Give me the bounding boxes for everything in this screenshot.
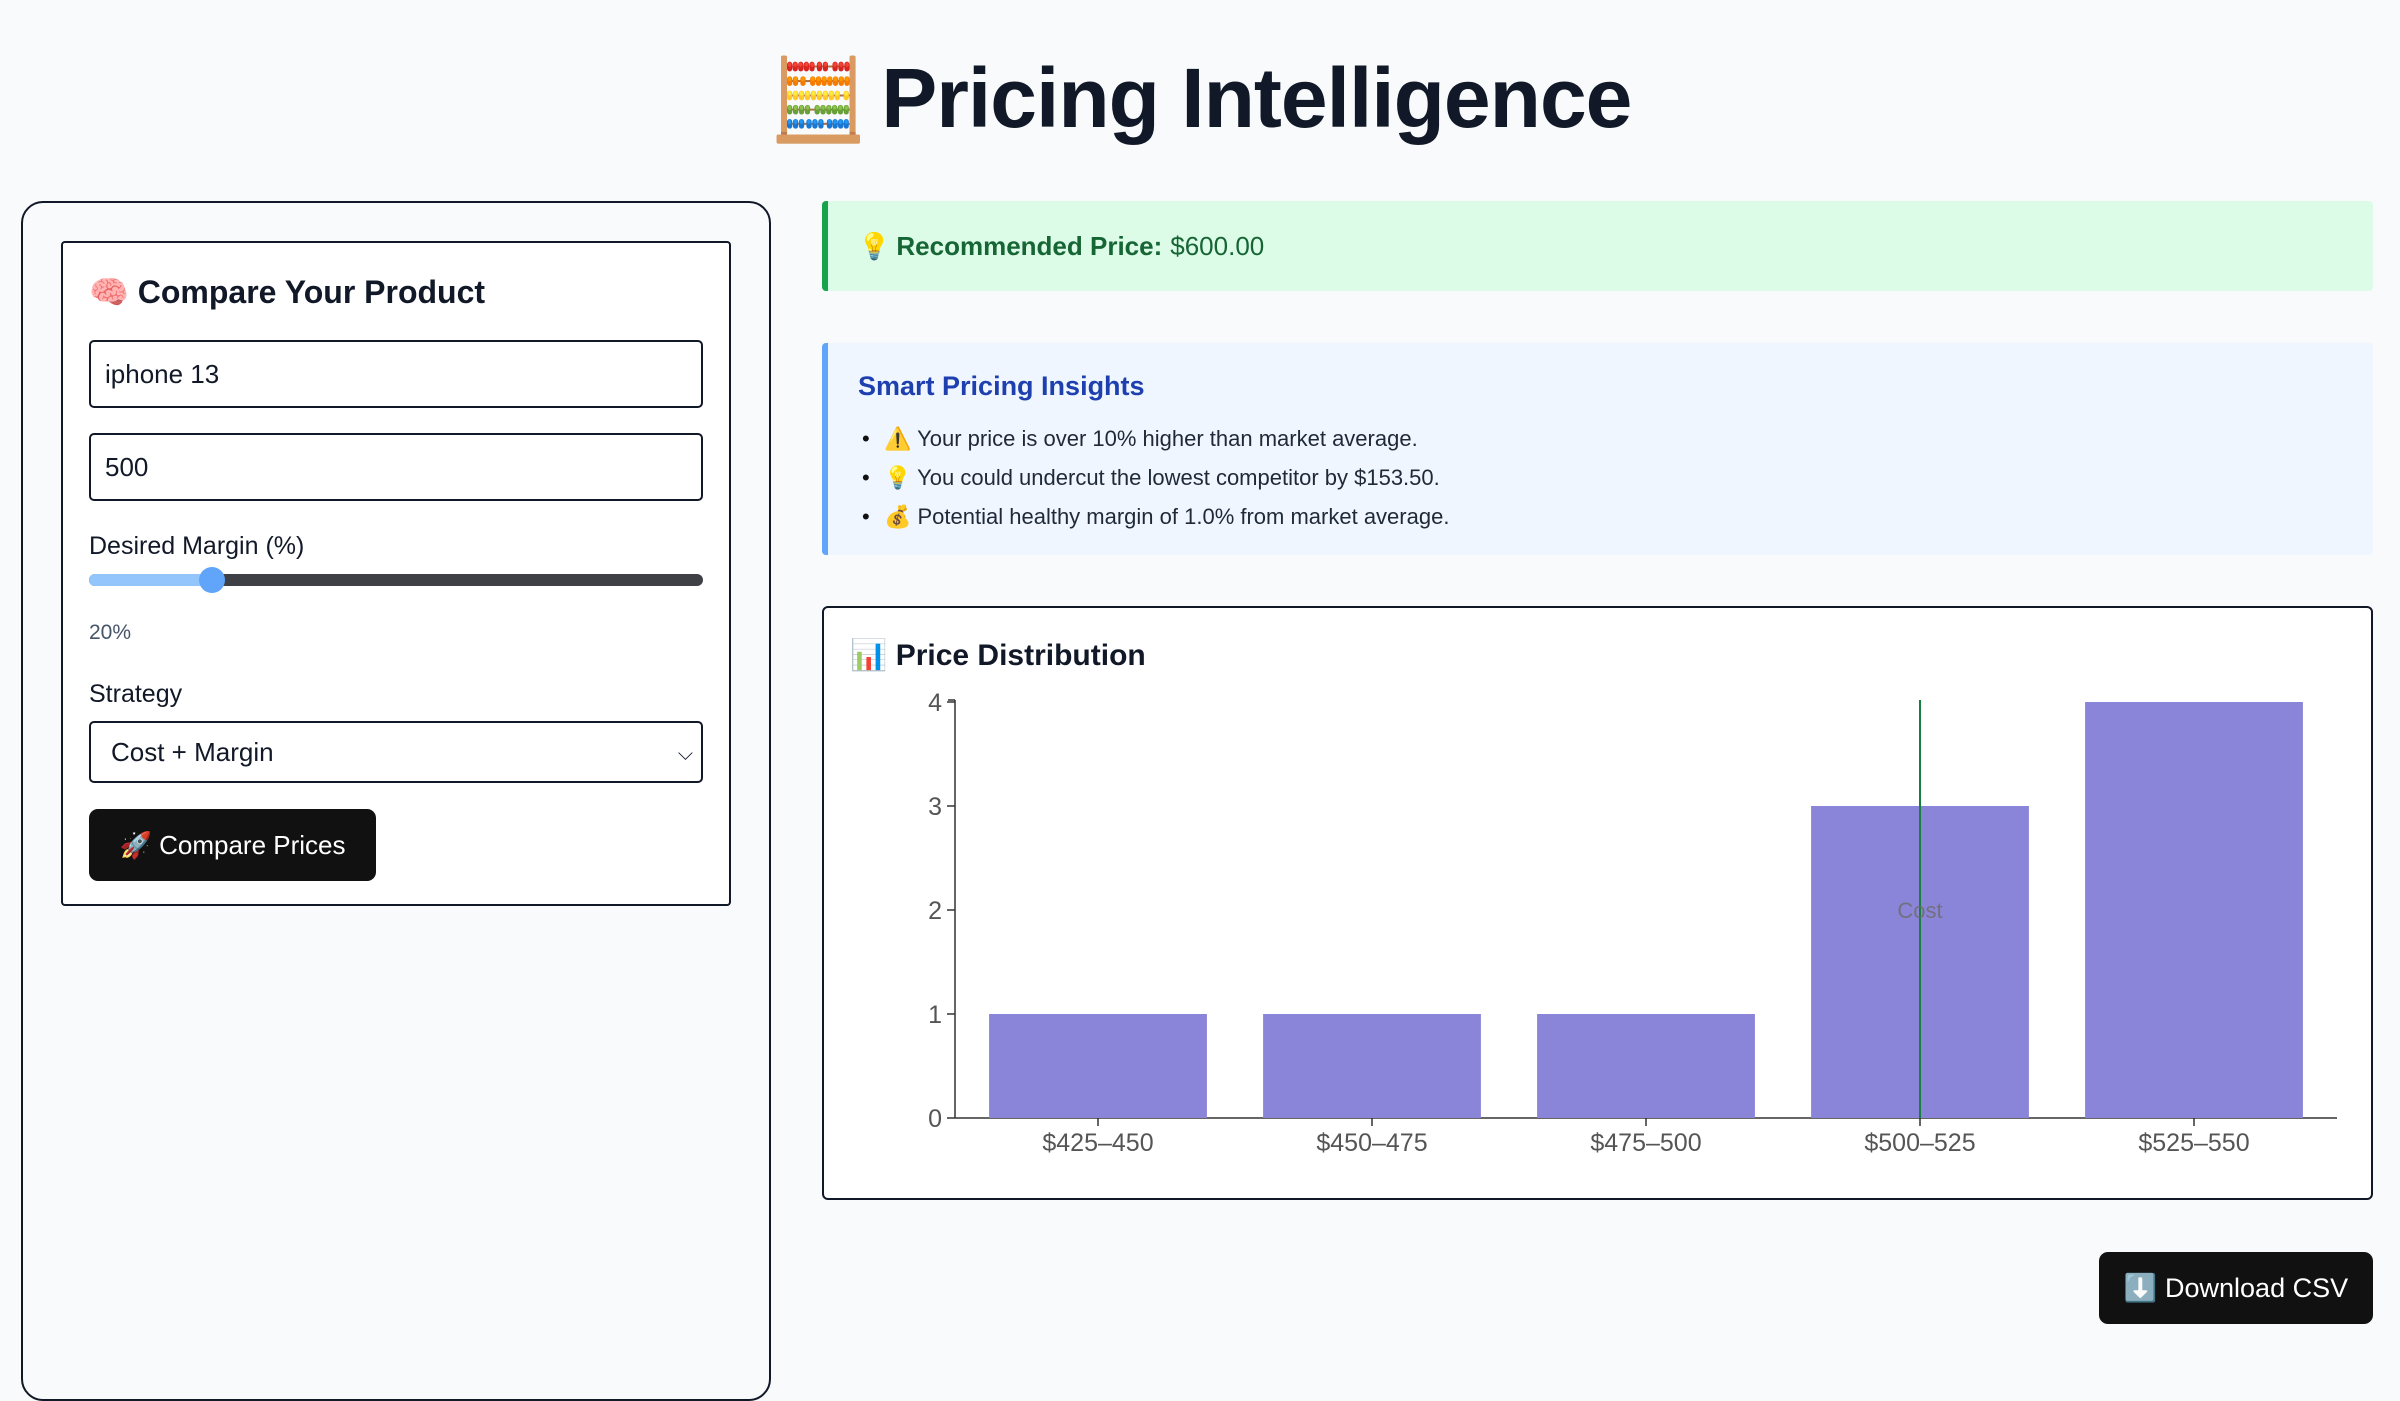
insight-item: 💰 Potential healthy margin of 1.0% from … xyxy=(862,497,1449,536)
insights-title: Smart Pricing Insights xyxy=(858,371,1145,401)
page-title-text: Pricing Intelligence xyxy=(881,51,1632,145)
form-title: 🧠 Compare Your Product xyxy=(89,274,486,310)
x-tick-label: $500–525 xyxy=(1864,1129,1975,1157)
bar xyxy=(989,1014,1207,1118)
recommended-price-label: Recommended Price: xyxy=(896,230,1163,261)
x-tick-label: $475–500 xyxy=(1590,1129,1701,1157)
bar xyxy=(2085,702,2303,1118)
download-csv-button[interactable]: ⬇️ Download CSV xyxy=(2099,1252,2373,1324)
chevron-down-icon: ⌵ xyxy=(677,743,693,765)
y-tick-label: 3 xyxy=(928,793,942,821)
y-tick-label: 2 xyxy=(928,897,942,925)
y-tick-label: 0 xyxy=(928,1105,942,1133)
margin-slider-fill xyxy=(89,574,212,586)
recommended-price-banner: 💡 Recommended Price: $600.00 xyxy=(822,201,2373,291)
price-distribution-chart: 0 1 2 3 4 $425–450 $450–475 $475–500 $500–525 $52… xyxy=(928,689,2337,1157)
margin-slider-thumb[interactable] xyxy=(198,567,225,593)
y-tick-label: 4 xyxy=(928,689,942,717)
reference-line-label: Cost xyxy=(1897,898,1942,923)
x-tick-label: $450–475 xyxy=(1316,1129,1427,1157)
x-tick-label: $425–450 xyxy=(1042,1129,1153,1157)
abacus-icon: 🧮 xyxy=(768,55,869,144)
margin-label: Desired Margin (%) xyxy=(89,532,305,560)
insights-panel: Smart Pricing Insights ⚠️ Your price is … xyxy=(822,343,2373,555)
insight-item: 💡 You could undercut the lowest competit… xyxy=(862,458,1449,497)
strategy-selected-value: Cost + Margin xyxy=(111,736,274,767)
page-title: 🧮 Pricing Intelligence xyxy=(0,50,2400,147)
strategy-select[interactable]: Cost + Margin ⌵ xyxy=(89,721,703,783)
product-name-input[interactable] xyxy=(89,340,703,408)
strategy-label: Strategy xyxy=(89,680,183,708)
margin-slider[interactable] xyxy=(89,567,703,593)
x-tick-label: $525–550 xyxy=(2138,1129,2249,1157)
lightbulb-icon: 💡 xyxy=(858,230,891,261)
y-tick-label: 1 xyxy=(928,1001,942,1029)
insight-item: ⚠️ Your price is over 10% higher than ma… xyxy=(862,419,1449,458)
compare-form-card: 🧠 Compare Your Product Desired Margin (%… xyxy=(61,241,731,906)
price-distribution-card: 📊 Price Distribution 0 1 2 3 4 $425–450 $450–4… xyxy=(822,606,2373,1200)
insights-list: ⚠️ Your price is over 10% higher than ma… xyxy=(862,419,1449,536)
bar xyxy=(1537,1014,1755,1118)
bar xyxy=(1263,1014,1481,1118)
margin-value: 20% xyxy=(89,621,132,644)
cost-price-input[interactable] xyxy=(89,433,703,501)
compare-prices-button[interactable]: 🚀 Compare Prices xyxy=(89,809,376,881)
recommended-price-value: $600.00 xyxy=(1170,230,1265,261)
